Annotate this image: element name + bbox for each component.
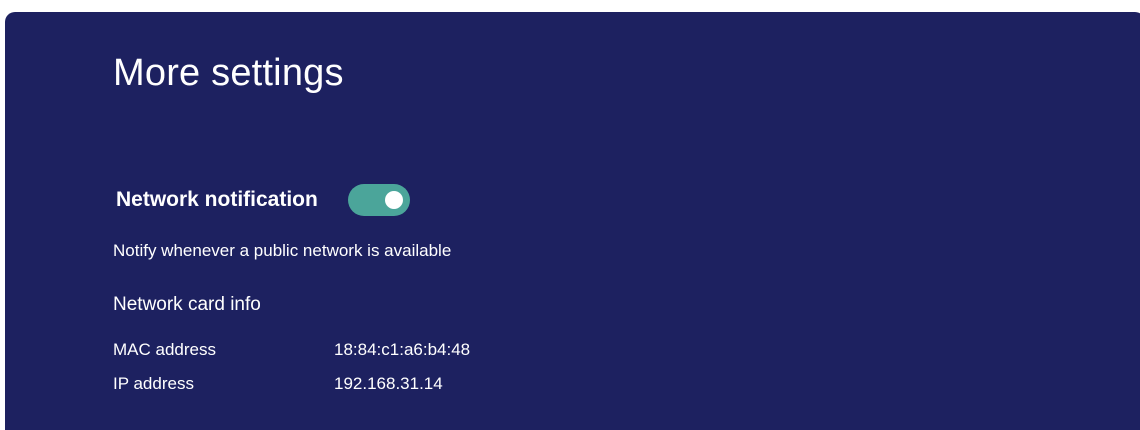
network-notification-label: Network notification <box>116 188 318 211</box>
network-card-info-heading: Network card info <box>113 294 261 315</box>
network-notification-row: Network notification <box>116 184 410 216</box>
mac-address-row: MAC address 18:84:c1:a6:b4:48 <box>113 340 470 360</box>
page-title: More settings <box>113 52 344 94</box>
mac-address-label: MAC address <box>113 340 216 359</box>
network-notification-description: Notify whenever a public network is avai… <box>113 241 452 260</box>
network-notification-toggle[interactable] <box>347 184 410 216</box>
mac-address-value: 18:84:c1:a6:b4:48 <box>334 340 471 359</box>
toggle-knob <box>384 191 403 209</box>
ip-address-label: IP address <box>113 374 194 393</box>
ip-address-row: IP address 192.168.31.14 <box>113 374 443 394</box>
ip-address-value: 192.168.31.14 <box>334 374 443 393</box>
settings-panel: More settings Network notification Notif… <box>5 12 1140 430</box>
